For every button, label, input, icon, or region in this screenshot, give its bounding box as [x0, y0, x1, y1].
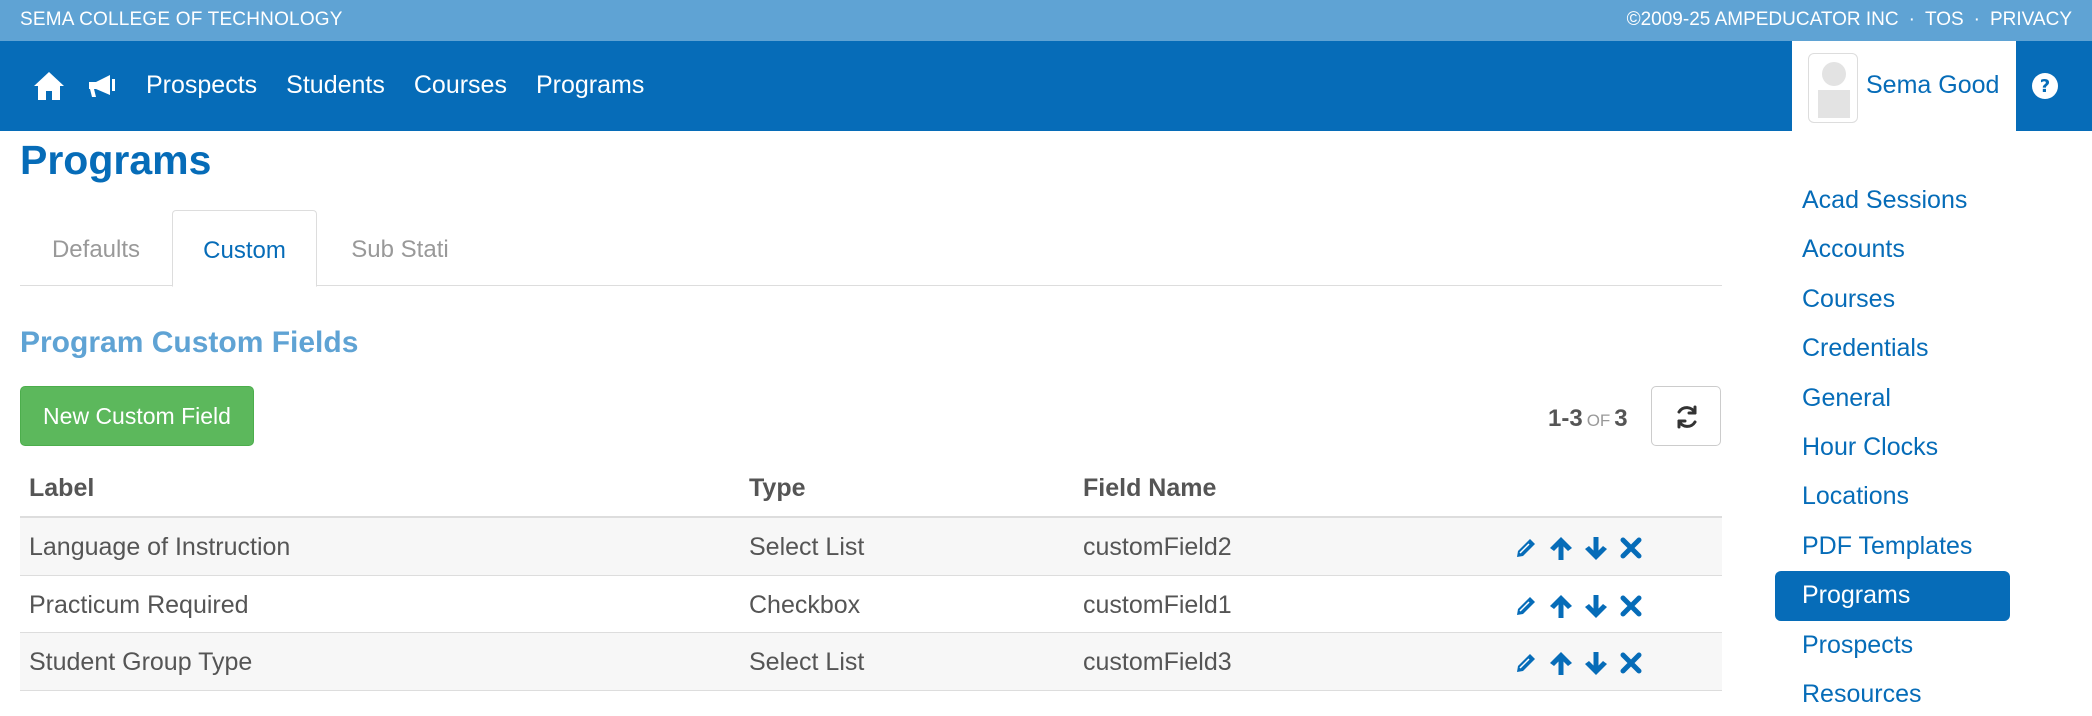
custom-fields-table: Label Type Field Name Language of Instru… — [20, 460, 1722, 691]
nav-link-courses[interactable]: Courses — [414, 71, 507, 100]
arrow-up-icon[interactable] — [1547, 649, 1575, 677]
cell-label: Language of Instruction — [29, 533, 291, 561]
copyright-text: ©2009-25 AMPEDUCATOR INC — [1626, 9, 1899, 30]
school-name: SEMA COLLEGE OF TECHNOLOGY — [20, 9, 343, 30]
svg-text:?: ? — [2040, 76, 2050, 97]
new-custom-field-button[interactable]: New Custom Field — [20, 386, 254, 446]
footer-links: ©2009-25 AMPEDUCATOR INC · TOS · PRIVACY — [1627, 9, 2072, 31]
tos-link[interactable]: TOS — [1925, 9, 1964, 31]
column-header-field-name[interactable]: Field Name — [1083, 474, 1216, 503]
row-actions — [1512, 592, 1645, 620]
cell-label: Practicum Required — [29, 590, 249, 619]
cell-type: Checkbox — [749, 590, 861, 619]
arrow-up-icon[interactable] — [1547, 592, 1575, 620]
table-row: Language of Instruction Select List cust… — [20, 518, 1722, 576]
pager-range: 1-3 — [1548, 405, 1583, 432]
tab-sub-stati[interactable]: Sub Stati — [317, 210, 483, 286]
question-circle-icon[interactable]: ? — [2030, 71, 2060, 101]
sidebar-item-credentials[interactable]: Credentials — [1775, 324, 2010, 373]
row-actions — [1512, 534, 1645, 562]
sidebar-item-locations[interactable]: Locations — [1775, 472, 2010, 521]
top-strip: SEMA COLLEGE OF TECHNOLOGY ©2009-25 AMPE… — [0, 0, 2092, 41]
user-name: Sema Good — [1866, 71, 2000, 99]
cell-type: Select List — [749, 533, 865, 561]
user-menu[interactable]: Sema Good — [1792, 41, 2016, 131]
tab-custom[interactable]: Custom — [172, 210, 317, 287]
home-icon[interactable] — [32, 69, 66, 103]
arrow-up-icon[interactable] — [1547, 534, 1575, 562]
table-row: Student Group Type Select List customFie… — [20, 633, 1722, 691]
column-header-type[interactable]: Type — [749, 474, 806, 503]
avatar — [1808, 53, 1858, 123]
sidebar-item-pdf-templates[interactable]: PDF Templates — [1775, 522, 2010, 571]
table-header: Label Type Field Name — [20, 460, 1722, 518]
close-icon[interactable] — [1617, 534, 1645, 562]
column-header-label[interactable]: Label — [29, 474, 94, 503]
arrow-down-icon[interactable] — [1582, 649, 1610, 677]
cell-field-name: customField2 — [1083, 533, 1232, 561]
row-actions — [1512, 649, 1645, 677]
separator: · — [1908, 9, 1915, 30]
pager-of: OF — [1586, 411, 1611, 430]
nav-link-programs[interactable]: Programs — [536, 71, 644, 100]
arrow-down-icon[interactable] — [1582, 534, 1610, 562]
privacy-link[interactable]: PRIVACY — [1990, 9, 2072, 31]
tab-bar: Defaults Custom Sub Stati — [20, 210, 1722, 287]
main-navbar: Prospects Students Courses Programs Sema… — [0, 41, 2092, 131]
nav-link-prospects[interactable]: Prospects — [146, 71, 257, 100]
pencil-icon[interactable] — [1512, 534, 1540, 562]
sidebar-item-general[interactable]: General — [1775, 374, 2010, 423]
sidebar-item-programs[interactable]: Programs — [1775, 571, 2010, 621]
pencil-icon[interactable] — [1512, 649, 1540, 677]
cell-label: Student Group Type — [29, 648, 253, 676]
cell-field-name: customField3 — [1083, 648, 1232, 676]
sidebar-item-prospects[interactable]: Prospects — [1775, 621, 2010, 670]
megaphone-icon[interactable] — [86, 69, 120, 103]
nav-links: Prospects Students Courses Programs — [146, 71, 673, 100]
pager-total: 3 — [1614, 405, 1628, 432]
sidebar-item-accounts[interactable]: Accounts — [1775, 225, 2010, 274]
sidebar-item-acad-sessions[interactable]: Acad Sessions — [1775, 176, 2010, 225]
pencil-icon[interactable] — [1512, 592, 1540, 620]
pager: 1-3 OF 3 — [1548, 405, 1628, 433]
page-title: Programs — [20, 137, 212, 183]
sidebar-item-hour-clocks[interactable]: Hour Clocks — [1775, 423, 2010, 472]
sidebar-item-resources[interactable]: Resources — [1775, 670, 2010, 716]
sidebar-item-courses[interactable]: Courses — [1775, 275, 2010, 324]
tab-defaults[interactable]: Defaults — [20, 210, 172, 286]
cell-type: Select List — [749, 648, 865, 676]
arrow-down-icon[interactable] — [1582, 592, 1610, 620]
refresh-button[interactable] — [1651, 386, 1721, 446]
cell-field-name: customField1 — [1083, 590, 1232, 619]
section-title: Program Custom Fields — [20, 326, 359, 359]
settings-sidebar: Acad Sessions Accounts Courses Credentia… — [1775, 176, 2010, 716]
close-icon[interactable] — [1617, 592, 1645, 620]
nav-link-students[interactable]: Students — [286, 71, 385, 100]
separator: · — [1973, 9, 1980, 30]
table-row: Practicum Required Checkbox customField1 — [20, 576, 1722, 633]
close-icon[interactable] — [1617, 649, 1645, 677]
